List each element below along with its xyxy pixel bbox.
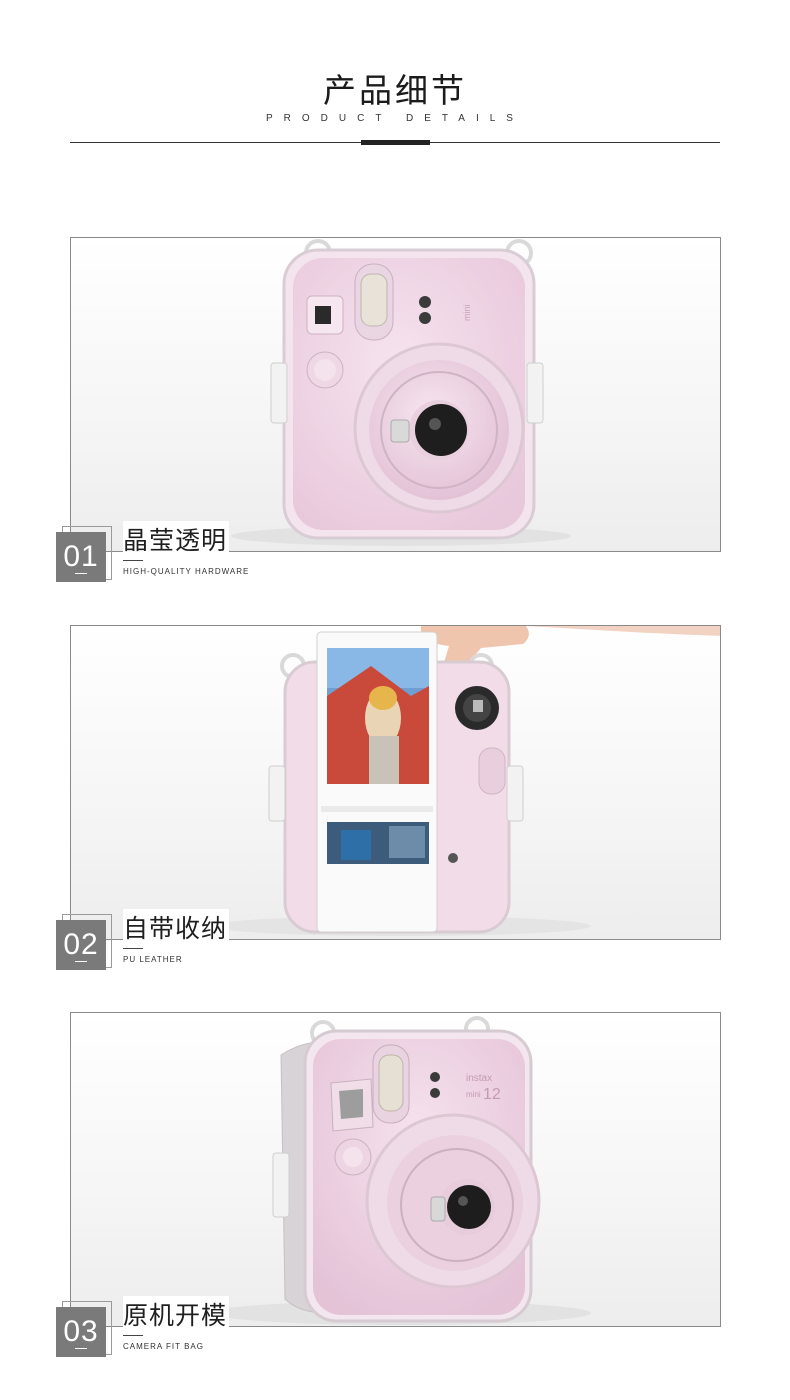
section-subtitle: CAMERA FIT BAG [123,1342,204,1351]
section-number: 01 [63,540,99,573]
section-title-dash [123,1335,143,1336]
section-number-badge: 02 [56,920,106,970]
header-divider-accent [361,140,430,145]
section-title: 自带收纳 [123,909,230,945]
product-photo-storage [70,625,721,940]
section-number: 02 [63,928,99,961]
camera-brand-text: instax [466,1073,492,1084]
page-subtitle: PRODUCT DETAILS [266,113,524,124]
camera-model-text: mini [466,1090,481,1099]
product-photo-angled: instax mini 12 [70,1012,721,1327]
section-subtitle: HIGH-QUALITY HARDWARE [123,567,250,576]
section-number: 03 [63,1315,99,1348]
section-title-dash [123,560,143,561]
product-photo-front: mini [70,237,721,552]
camera-model-number: 12 [483,1086,501,1103]
page-title: 产品细节 [323,71,467,110]
section-title: 晶莹透明 [123,521,230,557]
svg-text:mini: mini [462,304,472,321]
section-number-badge: 01 [56,532,106,582]
section-title-dash [123,948,143,949]
section-number-badge: 03 [56,1307,106,1357]
section-title: 原机开模 [123,1296,230,1332]
section-subtitle: PU LEATHER [123,955,183,964]
